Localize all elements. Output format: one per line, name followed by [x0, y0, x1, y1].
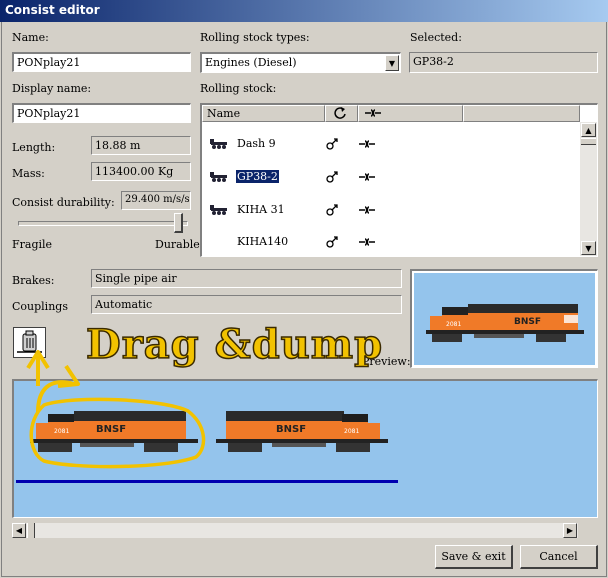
preview-panel: BNSF 2081 [410, 269, 598, 368]
scroll-right-icon[interactable]: ▶ [563, 523, 577, 538]
reverser-icon [334, 107, 346, 119]
list-scroll-thumb[interactable] [581, 138, 596, 145]
name-label: Name: [12, 31, 49, 44]
durability-slider-track [18, 221, 188, 226]
column-header-coupler[interactable] [358, 105, 463, 122]
mass-label: Mass: [12, 167, 45, 180]
window-title-bar[interactable]: Consist editor [0, 0, 608, 22]
loco-type-icon [210, 205, 227, 215]
couplings-value: Automatic [91, 295, 402, 314]
flip-icon[interactable] [325, 236, 339, 248]
durability-value: 29.400 m/s/s [121, 191, 191, 210]
scroll-down-icon[interactable]: ▼ [581, 241, 596, 255]
rolling-stock-list[interactable]: Name Dash 9 GP38-2 KIHA 31 KIHA140 ▲ ▼ [200, 103, 598, 257]
chevron-down-icon[interactable]: ▼ [385, 55, 399, 71]
annotation-text: Drag &dump [85, 320, 384, 369]
brakes-value: Single pipe air [91, 269, 402, 288]
consist-number: 2081 [54, 428, 69, 435]
column-header-blank[interactable] [463, 105, 580, 122]
preview-locomotive: BNSF 2081 [426, 304, 584, 342]
coupler-icon[interactable] [358, 204, 376, 216]
coupler-icon[interactable] [358, 236, 376, 248]
flip-icon[interactable] [325, 204, 339, 216]
rolling-stock-types-value: Engines (Diesel) [205, 56, 297, 69]
length-value: 18.88 m [91, 136, 191, 155]
list-scrollbar[interactable]: ▲ ▼ [580, 122, 597, 256]
scroll-left-icon[interactable]: ◀ [12, 523, 26, 538]
durability-slider-thumb[interactable] [174, 213, 183, 233]
rolling-stock-label: Rolling stock: [200, 82, 277, 95]
name-input[interactable]: PONplay21 [12, 52, 191, 72]
flip-icon[interactable] [325, 171, 339, 183]
list-item-name: KIHA140 [237, 235, 289, 248]
cancel-button[interactable]: Cancel [520, 545, 598, 569]
coupler-icon [365, 109, 381, 117]
list-item[interactable]: KIHA 31 [202, 195, 580, 225]
scroll-up-icon[interactable]: ▲ [581, 123, 596, 137]
list-item-name: Dash 9 [237, 137, 276, 150]
list-item-name: GP38-2 [235, 169, 280, 184]
mass-value: 113400.00 Kg [91, 162, 191, 181]
durable-label: Durable [155, 238, 200, 251]
loco-type-icon [210, 172, 227, 182]
fragile-label: Fragile [12, 238, 53, 251]
rolling-stock-types-select[interactable]: Engines (Diesel) [200, 52, 401, 73]
preview-number: 2081 [446, 321, 461, 328]
brakes-label: Brakes: [12, 274, 55, 287]
preview-image: BNSF 2081 [414, 273, 595, 365]
durability-label: Consist durability: [12, 196, 115, 209]
column-header-name[interactable]: Name [202, 105, 325, 122]
display-name-input[interactable]: PONplay21 [12, 103, 191, 123]
consist-scrollbar[interactable]: ◀ ▶ [12, 523, 578, 538]
consist-number: 2081 [344, 428, 359, 435]
length-label: Length: [12, 141, 56, 154]
list-item[interactable]: Dash 9 [202, 129, 580, 159]
list-item-name: KIHA 31 [237, 203, 285, 216]
loco-type-icon [210, 139, 227, 149]
flip-icon[interactable] [325, 138, 339, 150]
consist-locomotive[interactable]: BNSF 2081 [216, 411, 388, 452]
column-header-reverser[interactable] [325, 105, 358, 122]
consist-scroll-thumb[interactable] [27, 523, 35, 538]
window-title: Consist editor [5, 3, 100, 17]
list-item[interactable]: GP38-2 [202, 162, 580, 192]
rolling-stock-types-label: Rolling stock types: [200, 31, 310, 44]
selected-value: GP38-2 [409, 52, 598, 73]
consist-track-line [16, 480, 398, 483]
coupler-icon[interactable] [358, 171, 376, 183]
selected-label: Selected: [410, 31, 462, 44]
couplings-label: Couplings [12, 300, 68, 313]
display-name-label: Display name: [12, 82, 92, 95]
save-exit-button[interactable]: Save & exit [435, 545, 513, 569]
consist-road-name: BNSF [276, 424, 306, 435]
preview-road-name: BNSF [514, 317, 541, 327]
coupler-icon[interactable] [358, 138, 376, 150]
list-item[interactable]: KIHA140 [202, 227, 580, 256]
